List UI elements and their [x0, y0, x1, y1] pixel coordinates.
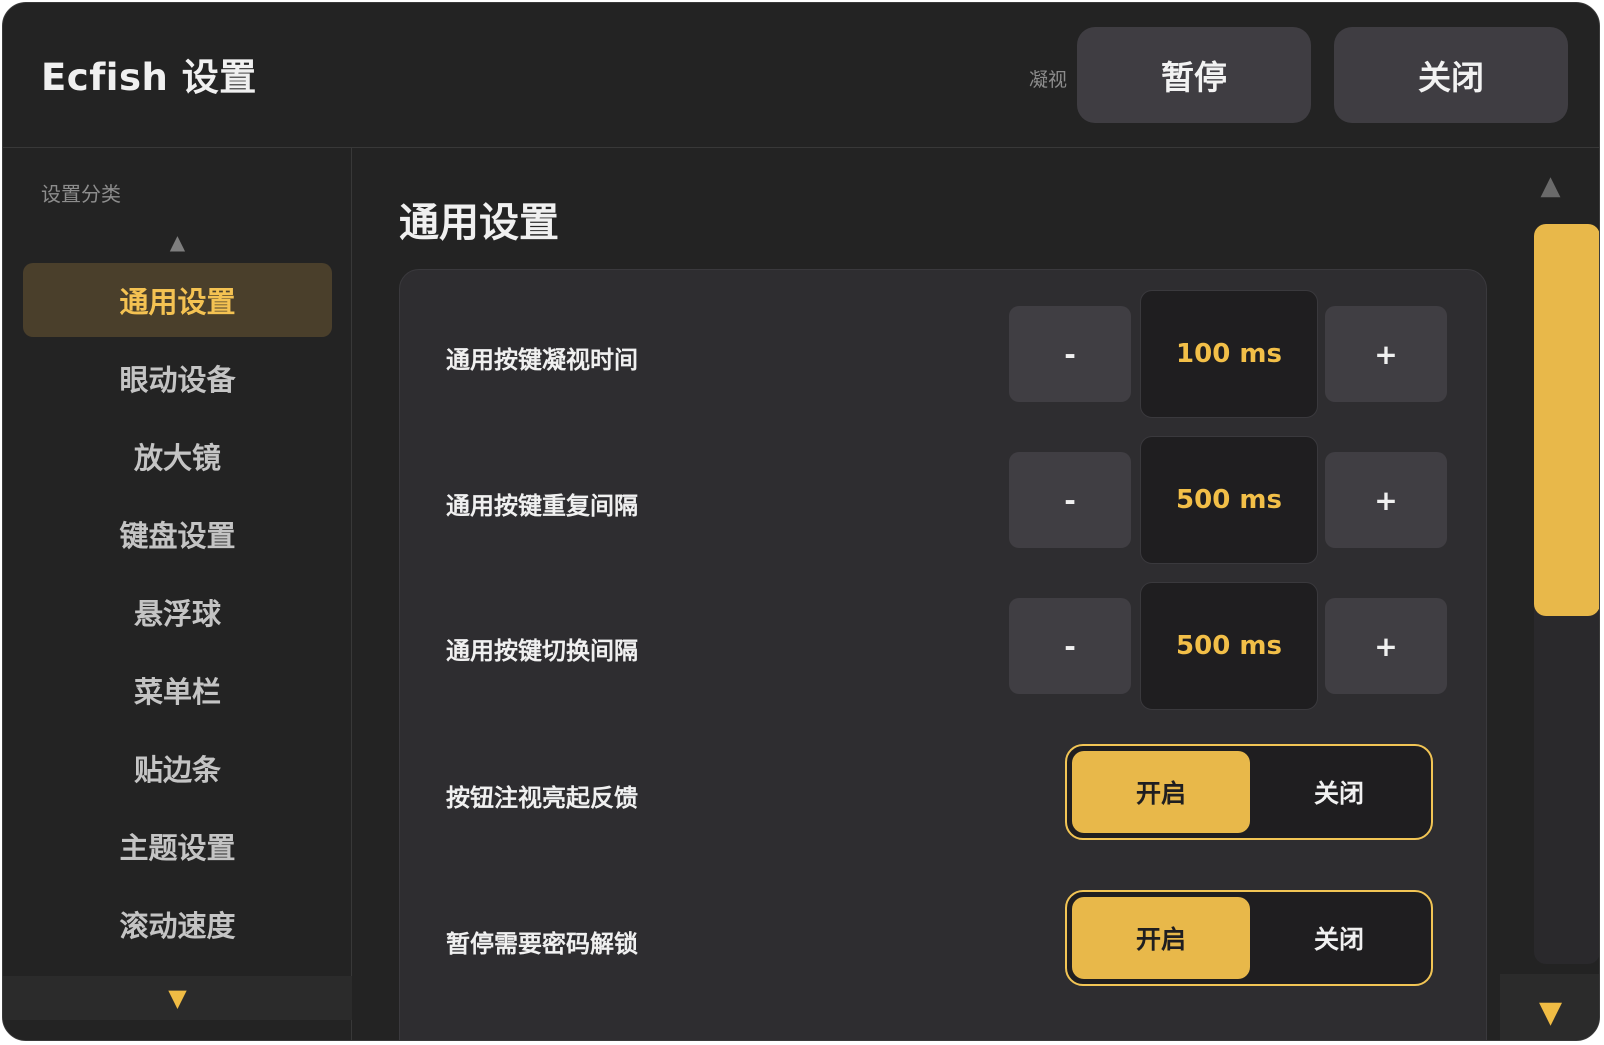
sidebar-scroll-up-icon[interactable]: ▲ — [3, 230, 352, 254]
password-lock-toggle: 开启 关闭 — [1065, 890, 1433, 986]
scrollbar: ▲ ▼ — [1500, 148, 1599, 1040]
sidebar-caption: 设置分类 — [41, 182, 121, 206]
sidebar-scroll-down-icon[interactable]: ▼ — [3, 976, 352, 1020]
scroll-thumb[interactable] — [1534, 224, 1599, 616]
sidebar-item-menu-bar[interactable]: 菜单栏 — [23, 653, 332, 727]
setting-label: 通用按键凝视时间 — [446, 346, 638, 374]
decrease-button[interactable]: - — [1009, 452, 1131, 548]
toggle-off-option[interactable]: 关闭 — [1250, 751, 1428, 833]
feedback-toggle: 开启 关闭 — [1065, 744, 1433, 840]
sidebar-item-general[interactable]: 通用设置 — [23, 263, 332, 337]
gaze-hint-label: 凝视 — [1029, 69, 1068, 91]
scroll-down-icon[interactable]: ▼ — [1500, 974, 1599, 1040]
increase-button[interactable]: + — [1325, 452, 1447, 548]
sidebar-item-scroll-speed[interactable]: 滚动速度 — [23, 887, 332, 961]
toggle-on-option[interactable]: 开启 — [1072, 897, 1250, 979]
app-title: Ecfish 设置 — [41, 56, 257, 99]
toggle-off-option[interactable]: 关闭 — [1250, 897, 1428, 979]
settings-window: Ecfish 设置 凝视 暂停 关闭 设置分类 ▲ 通用设置 眼动设备 放大镜 … — [2, 2, 1600, 1041]
page-title: 通用设置 — [399, 200, 559, 246]
setting-label: 通用按键切换间隔 — [446, 637, 638, 665]
setting-label: 通用按键重复间隔 — [446, 492, 638, 520]
increase-button[interactable]: + — [1325, 306, 1447, 402]
header-bar: Ecfish 设置 凝视 暂停 关闭 — [3, 3, 1599, 148]
settings-panel: 通用按键凝视时间 - 100 ms + 通用按键重复间隔 - 500 ms + … — [399, 269, 1487, 1040]
close-button[interactable]: 关闭 — [1334, 27, 1568, 123]
increase-button[interactable]: + — [1325, 598, 1447, 694]
sidebar-item-eye-tracker[interactable]: 眼动设备 — [23, 341, 332, 415]
settings-category-sidebar: 设置分类 ▲ 通用设置 眼动设备 放大镜 键盘设置 悬浮球 菜单栏 贴边条 主题… — [3, 148, 352, 1040]
sidebar-item-edge-bar[interactable]: 贴边条 — [23, 731, 332, 805]
pause-button[interactable]: 暂停 — [1077, 27, 1311, 123]
sidebar-item-floating-ball[interactable]: 悬浮球 — [23, 575, 332, 649]
toggle-on-option[interactable]: 开启 — [1072, 751, 1250, 833]
setting-label: 按钮注视亮起反馈 — [446, 784, 638, 812]
setting-label: 暂停需要密码解锁 — [446, 930, 638, 958]
decrease-button[interactable]: - — [1009, 598, 1131, 694]
value-display: 500 ms — [1140, 436, 1318, 564]
decrease-button[interactable]: - — [1009, 306, 1131, 402]
scroll-track[interactable] — [1534, 224, 1599, 964]
value-display: 100 ms — [1140, 290, 1318, 418]
sidebar-item-keyboard[interactable]: 键盘设置 — [23, 497, 332, 571]
value-display: 500 ms — [1140, 582, 1318, 710]
sidebar-item-magnifier[interactable]: 放大镜 — [23, 419, 332, 493]
sidebar-item-theme[interactable]: 主题设置 — [23, 809, 332, 883]
scroll-up-icon[interactable]: ▲ — [1500, 148, 1599, 224]
